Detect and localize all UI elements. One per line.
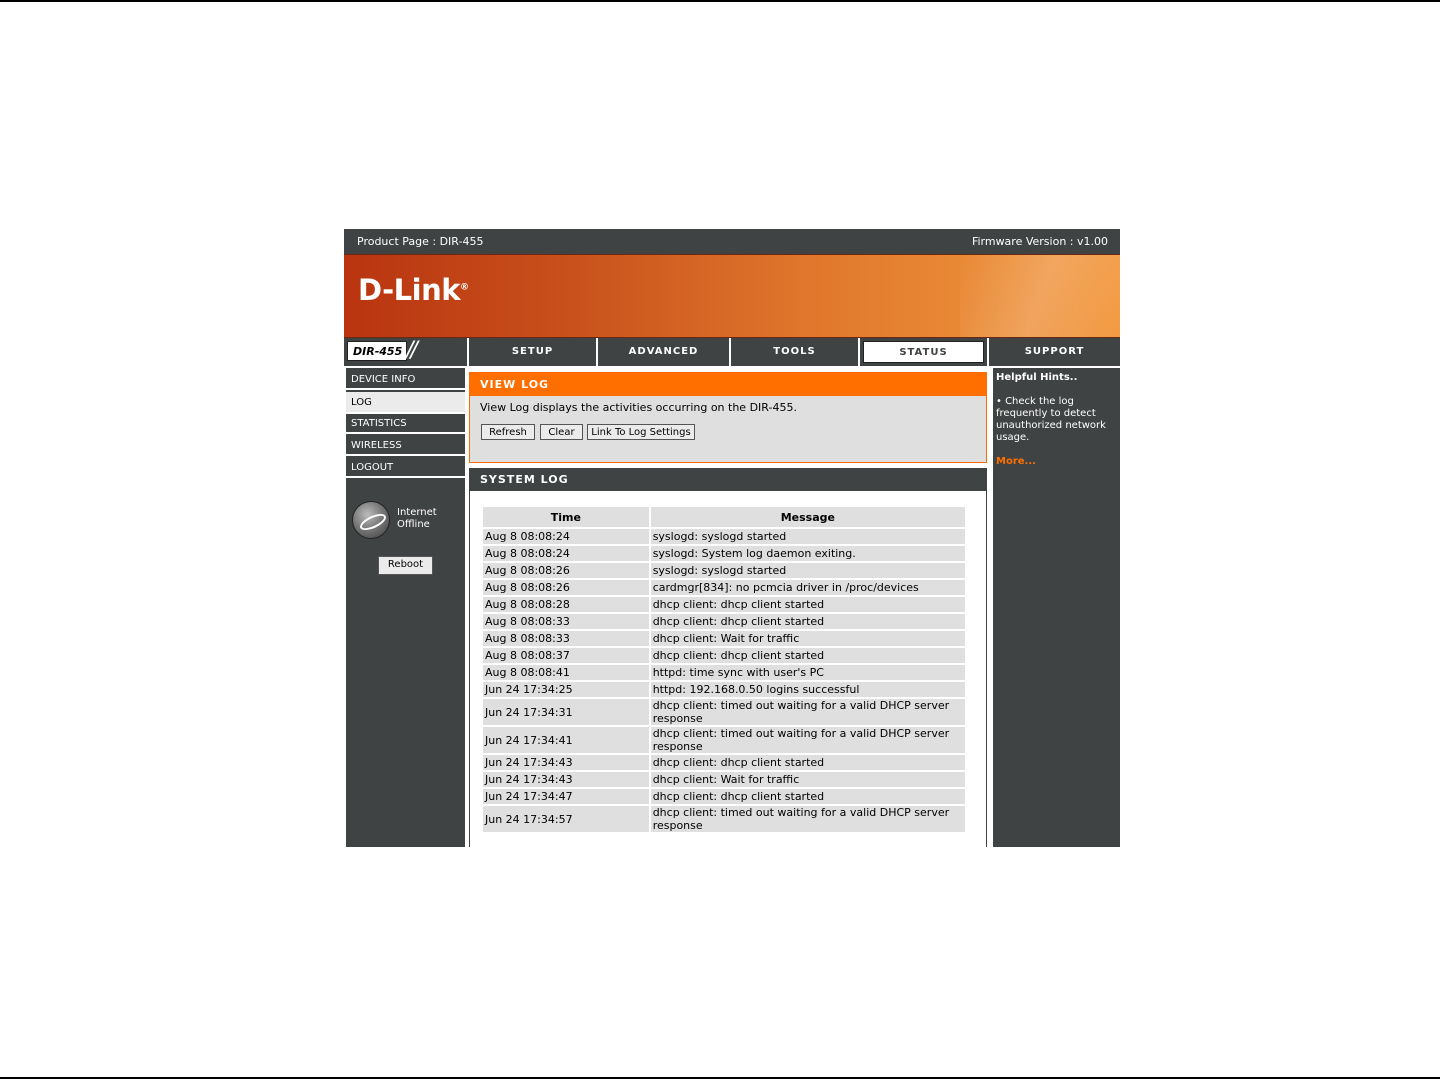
table-row: Aug 8 08:08:26 syslogd: syslogd started bbox=[483, 563, 965, 578]
table-row: Aug 8 08:08:24 syslogd: System log daemon… bbox=[483, 546, 965, 561]
log-message: syslogd: syslogd started bbox=[650, 529, 965, 544]
tab-support[interactable]: SUPPORT bbox=[989, 338, 1120, 366]
log-message: dhcp client: timed out waiting for a val… bbox=[650, 727, 965, 753]
firmware-version-label: Firmware Version : v1.00 bbox=[971, 235, 1108, 248]
log-time: Aug 8 08:08:24 bbox=[483, 546, 649, 561]
model-badge: DIR-455 // bbox=[344, 338, 467, 366]
column-header-message: Message bbox=[650, 507, 965, 527]
log-time: Aug 8 08:08:33 bbox=[483, 631, 649, 646]
system-log-title: SYSTEM LOG bbox=[470, 469, 986, 491]
log-message: dhcp client: dhcp client started bbox=[650, 789, 965, 804]
log-message: dhcp client: dhcp client started bbox=[650, 648, 965, 663]
internet-state: Offline bbox=[397, 519, 430, 530]
tab-advanced[interactable]: ADVANCED bbox=[598, 338, 729, 366]
table-row: Jun 24 17:34:47 dhcp client: dhcp client … bbox=[483, 789, 965, 804]
log-message: dhcp client: timed out waiting for a val… bbox=[650, 699, 965, 725]
hints-more-link[interactable]: More... bbox=[996, 456, 1036, 467]
product-page-label: Product Page : DIR-455 bbox=[357, 235, 484, 248]
column-header-time: Time bbox=[483, 507, 649, 527]
table-row: Aug 8 08:08:37 dhcp client: dhcp client s… bbox=[483, 648, 965, 663]
globe-icon bbox=[352, 501, 390, 539]
tab-status[interactable]: STATUS bbox=[860, 338, 987, 366]
log-time: Jun 24 17:34:47 bbox=[483, 789, 649, 804]
log-time: Aug 8 08:08:28 bbox=[483, 597, 649, 612]
log-time: Aug 8 08:08:24 bbox=[483, 529, 649, 544]
router-admin-window: Product Page : DIR-455 Firmware Version … bbox=[344, 229, 1120, 847]
slash-decoration: // bbox=[406, 338, 418, 363]
log-message: syslogd: syslogd started bbox=[650, 563, 965, 578]
link-to-log-settings-button[interactable]: Link To Log Settings bbox=[587, 424, 695, 440]
table-row: Aug 8 08:08:26 cardmgr[834]: no pcmcia dr… bbox=[483, 580, 965, 595]
log-message: httpd: 192.168.0.50 logins successful bbox=[650, 682, 965, 697]
model-name: DIR-455 bbox=[347, 341, 407, 361]
internet-status: Internet Offline bbox=[352, 501, 462, 541]
log-message: dhcp client: dhcp client started bbox=[650, 597, 965, 612]
brand-banner: D-Link® bbox=[344, 254, 1120, 338]
main-nav: DIR-455 // SETUP ADVANCED TOOLS STATUS S… bbox=[344, 338, 1120, 366]
log-message: dhcp client: Wait for traffic bbox=[650, 772, 965, 787]
table-row: Jun 24 17:34:31 dhcp client: timed out wa… bbox=[483, 699, 965, 725]
banner-swoosh bbox=[960, 255, 1120, 337]
tab-setup[interactable]: SETUP bbox=[469, 338, 596, 366]
table-row: Aug 8 08:08:33 dhcp client: dhcp client s… bbox=[483, 614, 965, 629]
table-row: Jun 24 17:34:25 httpd: 192.168.0.50 login… bbox=[483, 682, 965, 697]
log-time: Jun 24 17:34:43 bbox=[483, 772, 649, 787]
table-row: Jun 24 17:34:43 dhcp client: dhcp client … bbox=[483, 755, 965, 770]
refresh-button[interactable]: Refresh bbox=[481, 424, 535, 440]
tab-tools[interactable]: TOOLS bbox=[731, 338, 858, 366]
log-message: httpd: time sync with user's PC bbox=[650, 665, 965, 680]
sidebar-item-wireless[interactable]: WIRELESS bbox=[346, 436, 465, 456]
log-time: Jun 24 17:34:43 bbox=[483, 755, 649, 770]
table-row: Aug 8 08:08:41 httpd: time sync with user… bbox=[483, 665, 965, 680]
log-time: Jun 24 17:34:57 bbox=[483, 806, 649, 832]
sidebar-item-device-info[interactable]: DEVICE INFO bbox=[346, 370, 465, 390]
tab-status-label: STATUS bbox=[863, 341, 984, 363]
hints-body: • Check the log frequently to detect una… bbox=[996, 396, 1106, 443]
log-time: Aug 8 08:08:37 bbox=[483, 648, 649, 663]
page-bottom-rule bbox=[0, 1077, 1440, 1079]
table-row: Aug 8 08:08:28 dhcp client: dhcp client s… bbox=[483, 597, 965, 612]
log-time: Aug 8 08:08:41 bbox=[483, 665, 649, 680]
dlink-logo: D-Link® bbox=[358, 273, 469, 307]
system-log-table: Time Message Aug 8 08:08:24 syslogd: sysl… bbox=[481, 505, 967, 834]
helpful-hints-panel: Helpful Hints.. • Check the log frequent… bbox=[993, 368, 1120, 847]
log-time: Aug 8 08:08:26 bbox=[483, 580, 649, 595]
log-message: dhcp client: timed out waiting for a val… bbox=[650, 806, 965, 832]
log-time: Aug 8 08:08:33 bbox=[483, 614, 649, 629]
table-header-row: Time Message bbox=[483, 507, 965, 527]
table-row: Aug 8 08:08:33 dhcp client: Wait for traf… bbox=[483, 631, 965, 646]
log-time: Aug 8 08:08:26 bbox=[483, 563, 649, 578]
log-message: cardmgr[834]: no pcmcia driver in /proc/… bbox=[650, 580, 965, 595]
internet-status-text: Internet Offline bbox=[397, 507, 437, 531]
table-row: Jun 24 17:34:41 dhcp client: timed out wa… bbox=[483, 727, 965, 753]
system-log-panel: SYSTEM LOG Time Message Aug 8 08:08:24 sy… bbox=[469, 468, 987, 847]
view-log-title: VIEW LOG bbox=[470, 373, 986, 396]
log-time: Jun 24 17:34:25 bbox=[483, 682, 649, 697]
reboot-button[interactable]: Reboot bbox=[378, 556, 433, 575]
table-row: Jun 24 17:34:43 dhcp client: Wait for tra… bbox=[483, 772, 965, 787]
view-log-panel: VIEW LOG View Log displays the activitie… bbox=[469, 372, 987, 463]
sidebar-item-logout[interactable]: LOGOUT bbox=[346, 458, 465, 478]
clear-button[interactable]: Clear bbox=[540, 424, 583, 440]
page-top-rule bbox=[0, 0, 1440, 2]
sidebar-item-statistics[interactable]: STATISTICS bbox=[346, 414, 465, 434]
log-time: Jun 24 17:34:31 bbox=[483, 699, 649, 725]
sidebar-item-log[interactable]: LOG bbox=[346, 392, 465, 414]
table-row: Aug 8 08:08:24 syslogd: syslogd started bbox=[483, 529, 965, 544]
top-info-bar: Product Page : DIR-455 Firmware Version … bbox=[344, 229, 1120, 254]
internet-label: Internet bbox=[397, 507, 437, 518]
log-message: syslogd: System log daemon exiting. bbox=[650, 546, 965, 561]
hints-title: Helpful Hints.. bbox=[996, 372, 1078, 383]
log-message: dhcp client: dhcp client started bbox=[650, 755, 965, 770]
table-row: Jun 24 17:34:57 dhcp client: timed out wa… bbox=[483, 806, 965, 832]
log-message: dhcp client: Wait for traffic bbox=[650, 631, 965, 646]
log-message: dhcp client: dhcp client started bbox=[650, 614, 965, 629]
view-log-description: View Log displays the activities occurri… bbox=[480, 401, 797, 414]
log-time: Jun 24 17:34:41 bbox=[483, 727, 649, 753]
sidebar: DEVICE INFO LOG STATISTICS WIRELESS LOGO… bbox=[346, 368, 465, 847]
